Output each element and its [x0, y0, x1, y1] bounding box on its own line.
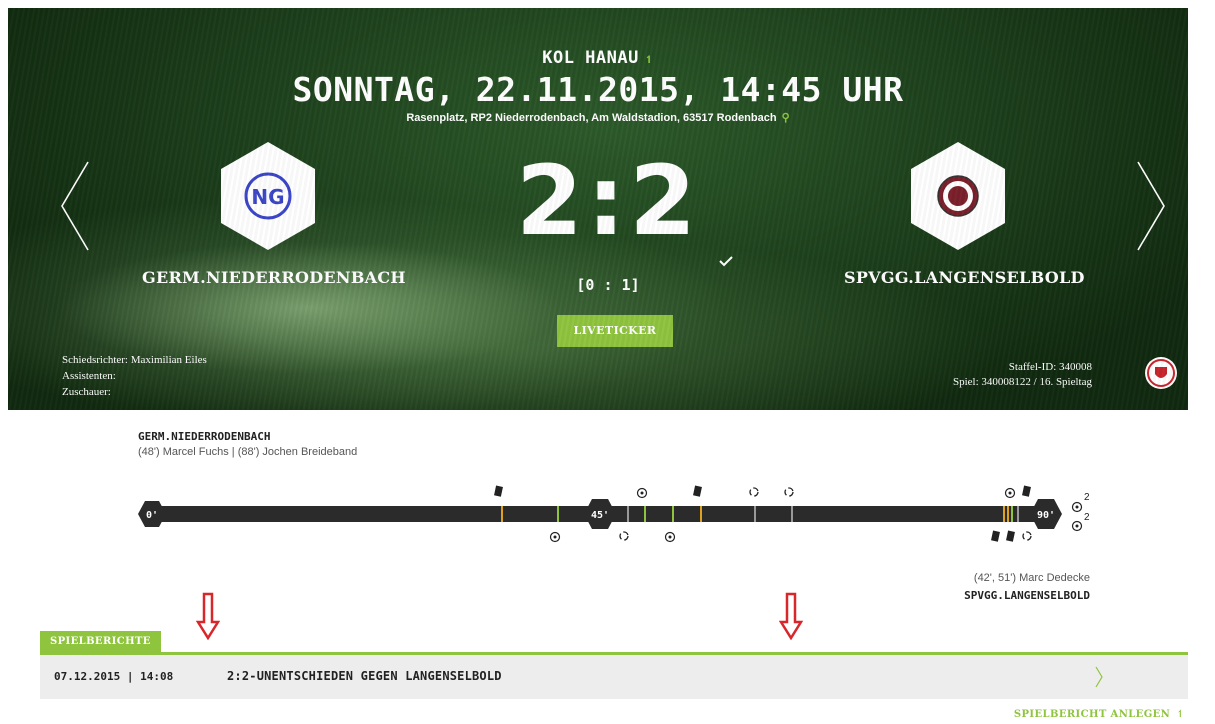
yellow-card-icon — [1006, 530, 1015, 542]
spiel-id: Spiel: 340008122 / 16. Spieltag — [952, 376, 1092, 388]
external-link-icon[interactable]: ↿ — [1176, 709, 1185, 720]
goal-tick — [557, 506, 559, 522]
red-arrow-down-icon — [196, 592, 220, 640]
timeline-away-team: SPVGG.LANGENSELBOLD — [964, 589, 1090, 602]
referee-text: Schiedsrichter: Maximilian Eiles — [62, 354, 207, 366]
home-team-name[interactable]: GERM.NIEDERRODENBACH — [142, 268, 406, 287]
location-pin-icon[interactable]: ⚲ — [782, 112, 790, 124]
ball-icon — [664, 531, 676, 543]
match-timeline: 0' 45' 90' 2 2 — [138, 485, 1090, 543]
marker-45: 45' — [584, 499, 616, 529]
association-logo-icon — [1145, 357, 1177, 389]
match-datetime: SONNTAG, 22.11.2015, 14:45 UHR — [292, 70, 904, 109]
halftime-score: [0 : 1] — [576, 276, 640, 294]
extra-goals-away: 2 — [1084, 512, 1090, 523]
match-hero: KOL HANAU ↿ SONNTAG, 22.11.2015, 14:45 UH… — [8, 8, 1188, 410]
ball-icon — [636, 487, 648, 499]
svg-text:0': 0' — [146, 510, 158, 521]
spectators-text: Zuschauer: — [62, 386, 111, 398]
extra-goals-home: 2 — [1084, 492, 1090, 503]
previous-match-arrow-icon[interactable] — [60, 160, 90, 252]
home-team-crest[interactable]: NG — [218, 140, 318, 252]
goal-tick — [1011, 506, 1013, 522]
create-report-label[interactable]: SPIELBERICHT ANLEGEN — [1014, 709, 1170, 720]
yellow-card-icon — [1022, 485, 1031, 497]
competition-name[interactable]: KOL HANAU — [542, 48, 639, 68]
substitution-icon — [784, 487, 794, 497]
substitution-icon — [749, 487, 759, 497]
match-venue[interactable]: Rasenplatz, RP2 Niederrodenbach, Am Wald… — [8, 111, 1188, 124]
ball-icon — [1071, 501, 1083, 513]
svg-text:90': 90' — [1037, 510, 1055, 521]
chevron-right-icon[interactable] — [1094, 666, 1104, 688]
venue-text[interactable]: Rasenplatz, RP2 Niederrodenbach, Am Wald… — [406, 112, 776, 124]
liveticker-button[interactable]: LIVETICKER — [557, 315, 673, 347]
yellow-card-icon — [693, 485, 702, 497]
marker-90: 90' — [1030, 499, 1062, 529]
create-report-link[interactable]: SPIELBERICHT ANLEGEN ↿ — [1014, 709, 1185, 720]
yellow-card-tick — [1003, 506, 1005, 522]
yellow-card-tick — [700, 506, 702, 522]
timeline-home-team: GERM.NIEDERRODENBACH — [138, 430, 271, 443]
away-team-name[interactable]: SPVGG.LANGENSELBOLD — [844, 268, 1085, 287]
yellow-card-tick — [1007, 506, 1009, 522]
marker-0: 0' — [138, 501, 166, 527]
substitution-tick — [754, 506, 756, 522]
ball-icon — [1071, 520, 1083, 532]
yellow-card-tick — [501, 506, 503, 522]
substitution-icon — [619, 531, 629, 541]
home-goal-scorers: (48') Marcel Fuchs | (88') Jochen Breide… — [138, 446, 358, 458]
report-title[interactable]: 2:2-UNENTSCHIEDEN GEGEN LANGENSELBOLD — [227, 669, 502, 683]
competition-link[interactable]: KOL HANAU ↿ — [8, 48, 1188, 68]
tab-spielberichte[interactable]: SPIELBERICHTE — [40, 631, 161, 653]
substitution-tick — [1017, 506, 1019, 522]
away-goal-scorers: (42', 51') Marc Dedecke — [973, 572, 1090, 584]
away-team-crest[interactable] — [908, 140, 1008, 252]
staffel-id: Staffel-ID: 340008 — [1008, 361, 1092, 373]
yellow-card-icon — [991, 530, 1000, 542]
substitution-tick — [791, 506, 793, 522]
svg-text:45': 45' — [591, 510, 609, 521]
next-match-arrow-icon[interactable] — [1136, 160, 1166, 252]
ball-icon — [549, 531, 561, 543]
assistants-text: Assistenten: — [62, 370, 116, 382]
ball-icon — [1004, 487, 1016, 499]
substitution-tick — [627, 506, 629, 522]
svg-text:NG: NG — [251, 185, 284, 209]
final-score: 2:2 — [516, 145, 700, 257]
report-date: 07.12.2015 | 14:08 — [54, 670, 174, 683]
checkmark-icon — [719, 256, 733, 267]
match-meta: Staffel-ID: 340008 Spiel: 340008122 / 16… — [953, 360, 1092, 390]
red-arrow-down-icon — [779, 592, 803, 640]
goal-tick — [672, 506, 674, 522]
substitution-icon — [1022, 531, 1032, 541]
yellow-card-icon — [494, 485, 503, 497]
officials-info: Schiedsrichter: Maximilian Eiles Assiste… — [62, 352, 207, 400]
goal-tick — [644, 506, 646, 522]
external-link-icon[interactable]: ↿ — [645, 51, 654, 67]
report-list-item[interactable]: 07.12.2015 | 14:08 2:2-UNENTSCHIEDEN GEG… — [40, 655, 1188, 699]
